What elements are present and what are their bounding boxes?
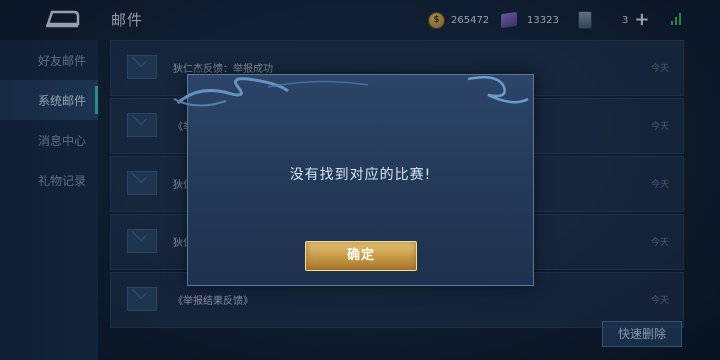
dialog-message: 没有找到对应的比赛!	[289, 167, 432, 183]
confirm-button[interactable]: 确定	[305, 241, 417, 271]
notice-dialog: 没有找到对应的比赛! 确定	[173, 74, 534, 286]
cloud-swirl-decoration	[173, 76, 529, 107]
